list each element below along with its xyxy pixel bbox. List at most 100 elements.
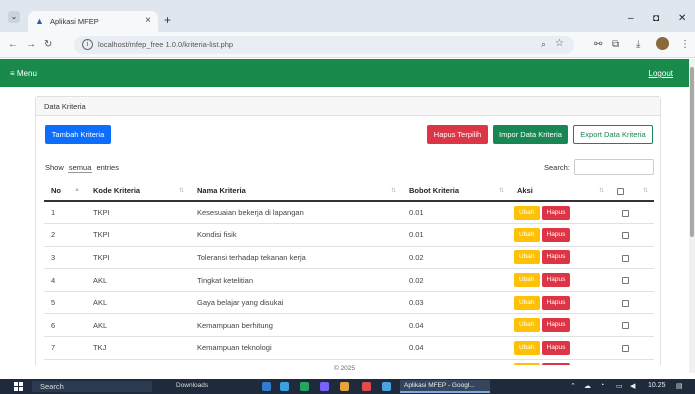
edit-button[interactable]: Ubah — [514, 273, 540, 288]
whatsapp-icon[interactable] — [300, 382, 309, 391]
bookmark-star-icon[interactable]: ☆ — [555, 38, 564, 49]
windows-start-icon[interactable] — [14, 382, 23, 391]
cell-aksi: UbahHapus — [510, 268, 610, 292]
page-scrollbar[interactable] — [689, 59, 695, 373]
export-criteria-button[interactable]: Export Data Kriteria — [573, 125, 653, 144]
delete-button[interactable]: Hapus — [541, 273, 571, 288]
scrollbar-thumb[interactable] — [690, 67, 694, 237]
edit-button[interactable]: Ubah — [514, 340, 540, 355]
logout-link[interactable]: Logout — [649, 69, 673, 78]
app-icon[interactable] — [362, 382, 371, 391]
browser-toolbar: ← → ↻ i localhost/mfep_free 1.0.0/kriter… — [0, 32, 695, 58]
col-header-nama[interactable]: Nama Kriteria ⇅ — [190, 181, 402, 202]
row-checkbox[interactable] — [622, 344, 629, 352]
search-label: Search: — [544, 163, 570, 172]
site-info-icon[interactable]: i — [82, 39, 93, 50]
forward-icon[interactable]: → — [26, 39, 36, 51]
cell-check — [610, 336, 654, 360]
row-checkbox[interactable] — [622, 231, 629, 239]
taskbar-active-app[interactable]: Aplikasi MFEP - Googl... — [400, 380, 490, 393]
col-header-aksi[interactable]: Aksi ⇅ — [510, 181, 610, 202]
delete-button[interactable]: Hapus — [541, 227, 571, 242]
sort-icon: ⇅ — [642, 188, 648, 194]
new-tab-icon[interactable]: + — [164, 14, 171, 26]
puzzle-icon[interactable]: ⧉ — [612, 39, 619, 51]
task-view-icon[interactable] — [262, 382, 271, 391]
col-header-no[interactable]: No ▲ — [44, 181, 86, 202]
taskbar-search-label: Search — [40, 382, 64, 391]
entries-select[interactable]: semua — [67, 163, 93, 173]
tray-network-icon[interactable]: ◔ — [600, 382, 604, 389]
cell-nama: Kemampuan berhitung — [190, 313, 402, 338]
chrome-icon[interactable] — [382, 382, 391, 391]
edit-button[interactable]: Ubah — [514, 250, 540, 265]
cell-no: 2 — [44, 223, 86, 247]
edit-button[interactable]: Ubah — [514, 227, 540, 242]
add-criteria-button[interactable]: Tambah Kriteria — [45, 125, 111, 144]
reload-icon[interactable]: ↻ — [44, 39, 52, 51]
notification-icon[interactable]: ▤ — [676, 382, 683, 390]
taskbar-downloads[interactable]: Downloads — [176, 382, 208, 389]
app-icon[interactable] — [320, 382, 329, 391]
cell-bobot: 0.03 — [402, 291, 510, 315]
window-close-icon[interactable]: ✕ — [678, 14, 686, 24]
cell-nama: Kemampuan teknologi — [190, 336, 402, 360]
menu-toggle[interactable]: ≡ Menu — [10, 69, 37, 78]
sort-icon: ⇅ — [390, 188, 396, 194]
cell-bobot: 0.04 — [402, 336, 510, 360]
row-checkbox[interactable] — [622, 254, 629, 262]
select-all-checkbox[interactable] — [617, 187, 624, 195]
tray-weather-icon[interactable]: ☁ — [584, 382, 591, 390]
tray-battery-icon[interactable]: ▭ — [616, 382, 623, 390]
delete-button[interactable]: Hapus — [541, 250, 571, 265]
address-bar[interactable]: i localhost/mfep_free 1.0.0/kriteria-lis… — [74, 36, 574, 54]
row-checkbox[interactable] — [622, 209, 629, 217]
extension-icon[interactable]: ⚯ — [594, 39, 602, 51]
profile-avatar[interactable] — [656, 37, 669, 50]
search-input[interactable] — [574, 159, 654, 175]
delete-button[interactable]: Hapus — [541, 295, 571, 310]
download-icon[interactable]: ⤓ — [636, 39, 640, 51]
table-row: 5 AKL Gaya belajar yang disukai 0.03 Ubah Hap… — [44, 291, 654, 315]
cell-kode: AKL — [86, 268, 190, 292]
app-icon[interactable] — [340, 382, 349, 391]
edit-button[interactable]: Ubah — [514, 318, 540, 333]
cell-check — [610, 291, 654, 315]
table-row: 1 TKPI Kesesuaian bekerja di lapangan 0.01 U… — [44, 201, 654, 225]
browser-tab[interactable]: ▲ Aplikasi MFEP × — [28, 11, 158, 32]
close-tab-icon[interactable]: × — [145, 15, 151, 26]
tray-chevron-icon[interactable]: ⌃ — [570, 382, 576, 390]
col-header-kode[interactable]: Kode Kriteria ⇅ — [86, 181, 190, 202]
maximize-icon[interactable]: ◘ — [653, 14, 659, 24]
row-checkbox[interactable] — [622, 299, 629, 307]
delete-button[interactable]: Hapus — [541, 318, 571, 333]
card-header: Data Kriteria — [36, 97, 660, 116]
import-criteria-button[interactable]: Impor Data Kriteria — [493, 125, 568, 144]
cell-bobot: 0.02 — [402, 246, 510, 270]
cell-no: 4 — [44, 268, 86, 292]
tab-list-button[interactable]: ⌄ — [8, 11, 20, 23]
tray-volume-icon[interactable]: ◀ — [630, 382, 635, 390]
edit-button[interactable]: Ubah — [514, 205, 540, 220]
sort-icon: ⇅ — [598, 188, 604, 194]
back-icon[interactable]: ← — [8, 39, 18, 51]
cell-kode: TKPI — [86, 223, 190, 247]
kebab-menu-icon[interactable]: ⋮ — [680, 39, 690, 51]
edit-button[interactable]: Ubah — [514, 295, 540, 310]
row-checkbox[interactable] — [622, 322, 629, 330]
row-checkbox[interactable] — [622, 277, 629, 285]
col-nama-label: Nama Kriteria — [197, 186, 246, 195]
minimize-icon[interactable]: – — [628, 14, 634, 24]
entries-label: entries — [96, 163, 119, 172]
col-header-bobot[interactable]: Bobot Kriteria ⇅ — [402, 181, 510, 202]
os-taskbar: Search Downloads Aplikasi MFEP - Googl..… — [0, 379, 695, 394]
col-header-check[interactable]: ⇅ — [610, 181, 654, 202]
delete-selected-button[interactable]: Hapus Terpilih — [427, 125, 488, 144]
cell-no: 3 — [44, 246, 86, 270]
file-explorer-icon[interactable] — [280, 382, 289, 391]
delete-button[interactable]: Hapus — [541, 205, 571, 220]
cell-aksi: UbahHapus — [510, 336, 610, 360]
delete-button[interactable]: Hapus — [541, 340, 571, 355]
cell-kode: AKL — [86, 291, 190, 315]
zoom-icon[interactable]: ⌕ — [541, 39, 546, 50]
